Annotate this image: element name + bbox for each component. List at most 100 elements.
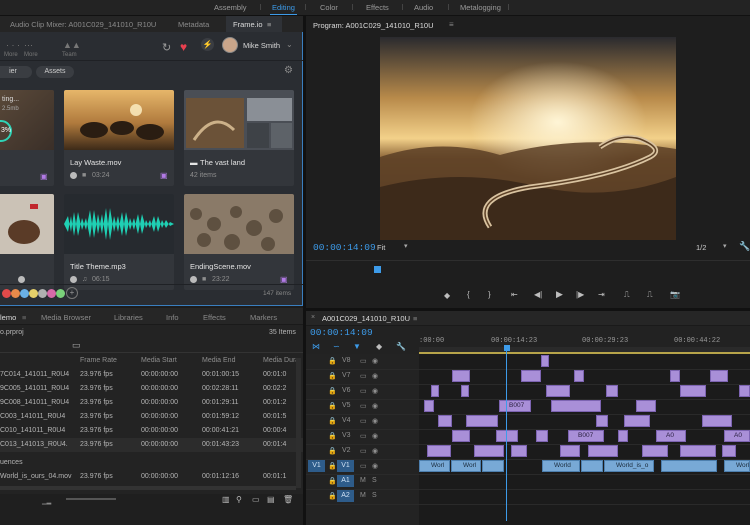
lock-icon[interactable]: 🔒 (328, 462, 337, 470)
clip[interactable] (427, 445, 451, 457)
lock-icon[interactable]: 🔒 (328, 357, 337, 365)
clip[interactable] (739, 385, 750, 397)
tab-metadata[interactable]: Metadata (178, 20, 209, 29)
tab-audio-clip-mixer[interactable]: Audio Clip Mixer: A001C029_141010_R10U (10, 20, 156, 29)
play-button[interactable]: ▶ (556, 289, 563, 300)
user-avatar[interactable] (222, 37, 238, 53)
tab-libraries[interactable]: Libraries (114, 313, 143, 322)
clip[interactable] (496, 430, 518, 442)
mute-button[interactable]: M (360, 477, 366, 484)
video-clip[interactable]: Worl (451, 460, 481, 472)
asset-card-partial[interactable] (0, 194, 54, 290)
tab-frameio[interactable]: Frame.io (233, 20, 263, 29)
panel-divider[interactable] (306, 308, 750, 311)
video-clip[interactable]: World_is_o (604, 460, 654, 472)
clip[interactable] (560, 445, 580, 457)
timeline-timecode[interactable]: 00:00:14:09 (310, 327, 373, 338)
playhead-line[interactable] (506, 351, 507, 521)
upload-card[interactable]: ting... 2.5mb 3% ▣ (0, 90, 54, 186)
group-row[interactable]: uences (0, 456, 303, 470)
eye-icon[interactable]: ◉ (372, 447, 378, 455)
clip[interactable]: A0 (656, 430, 686, 442)
extract-icon[interactable]: ⎍ (647, 290, 653, 300)
close-icon[interactable]: × (311, 314, 315, 321)
track-label-v4[interactable]: V4 (342, 417, 351, 424)
column-header[interactable]: Media Start (141, 357, 177, 364)
user-name[interactable]: Mike Smith (243, 41, 280, 50)
lock-icon[interactable]: 🔒 (328, 492, 337, 500)
tab-effects[interactable]: Effects (203, 313, 226, 322)
eye-icon[interactable]: ◉ (372, 387, 378, 395)
clip[interactable] (452, 430, 470, 442)
panel-menu-icon[interactable]: ≡ (449, 20, 454, 29)
fit-dropdown[interactable]: Fit (377, 243, 385, 252)
clip[interactable]: A0 (724, 430, 750, 442)
track-label-a1[interactable]: A1 (337, 475, 354, 487)
track-label-v8[interactable]: V8 (342, 357, 351, 364)
tab-media-browser[interactable]: Media Browser (41, 313, 91, 322)
sync-lock-icon[interactable]: ▭ (360, 432, 367, 440)
comment-icon[interactable]: ▣ (280, 275, 288, 284)
folder-icon[interactable]: ▭ (252, 495, 260, 504)
snap-icon[interactable]: ⋈ (312, 342, 320, 351)
horizontal-scrollbar[interactable] (0, 486, 296, 490)
eye-icon[interactable]: ◉ (372, 372, 378, 380)
clip[interactable] (431, 385, 439, 397)
mute-button[interactable]: M (360, 492, 366, 499)
clip[interactable] (466, 415, 498, 427)
export-frame-icon[interactable]: 📷 (670, 290, 680, 299)
workspace-assembly[interactable]: Assembly (214, 3, 247, 12)
add-collaborator-button[interactable]: + (66, 287, 78, 299)
clip[interactable] (670, 370, 680, 382)
resolution-dropdown[interactable]: 1/2 (696, 243, 706, 252)
sync-lock-icon[interactable]: ▭ (360, 372, 367, 380)
lock-icon[interactable]: 🔒 (328, 447, 337, 455)
assets-pill[interactable]: Assets (36, 66, 74, 78)
sync-lock-icon[interactable]: ▭ (360, 387, 367, 395)
more-dots-icon[interactable]: ··· (24, 40, 33, 50)
column-header[interactable]: Media Dura (263, 357, 299, 364)
comment-icon[interactable]: ▣ (160, 171, 168, 180)
team-icon[interactable]: ▲▲ (63, 40, 81, 50)
eye-icon[interactable]: ◉ (372, 417, 378, 425)
clip[interactable] (551, 400, 601, 412)
eye-icon[interactable]: ◉ (372, 432, 378, 440)
clip[interactable] (618, 430, 628, 442)
clip[interactable] (574, 370, 584, 382)
table-row[interactable]: 9C008_141011_R0U4 23.976 fps 00:00:00:00… (0, 396, 303, 410)
vertical-scrollbar[interactable] (296, 358, 301, 488)
video-clip[interactable]: World (542, 460, 580, 472)
workspace-color[interactable]: Color (320, 3, 338, 12)
clip[interactable] (541, 355, 549, 367)
program-mini-ruler[interactable] (306, 260, 750, 275)
refresh-icon[interactable]: ↻ (162, 41, 171, 54)
chevron-down-icon[interactable]: ▾ (404, 242, 408, 250)
track-label-v5[interactable]: V5 (342, 402, 351, 409)
wrench-icon[interactable]: 🔧 (396, 342, 406, 351)
clip[interactable] (588, 445, 618, 457)
clip[interactable] (710, 370, 728, 382)
playhead[interactable] (374, 266, 381, 273)
step-forward-icon[interactable]: |▶ (576, 290, 584, 299)
tab-markers[interactable]: Markers (250, 313, 277, 322)
column-header[interactable]: Frame Rate (80, 357, 117, 364)
clip[interactable]: B007 (568, 430, 604, 442)
sync-lock-icon[interactable]: ▭ (360, 462, 367, 470)
clip[interactable] (461, 385, 469, 397)
sync-lock-icon[interactable]: ▭ (360, 447, 367, 455)
video-clip[interactable]: Worl (724, 460, 750, 472)
table-row[interactable]: C010_141011_R0U4 23.976 fps 00:00:00:00 … (0, 424, 303, 438)
table-row[interactable]: 9C005_141011_R0U4 23.976 fps 00:00:00:00… (0, 382, 303, 396)
tab-project[interactable]: lemo (0, 313, 16, 322)
go-to-in-icon[interactable]: ⇤ (511, 290, 518, 299)
clip[interactable] (596, 415, 608, 427)
heart-icon[interactable]: ♥ (180, 40, 187, 54)
workspace-metalogging[interactable]: Metalogging (460, 3, 501, 12)
panel-menu-icon[interactable]: ≡ (413, 314, 417, 323)
panel-menu-icon[interactable]: ≡ (22, 313, 26, 322)
tab-info[interactable]: Info (166, 313, 179, 322)
track-label-v2[interactable]: V2 (342, 447, 351, 454)
asset-card-title-theme[interactable]: Title Theme.mp3 ♫ 06:15 (64, 194, 174, 290)
clip[interactable] (624, 415, 650, 427)
track-label-v7[interactable]: V7 (342, 372, 351, 379)
